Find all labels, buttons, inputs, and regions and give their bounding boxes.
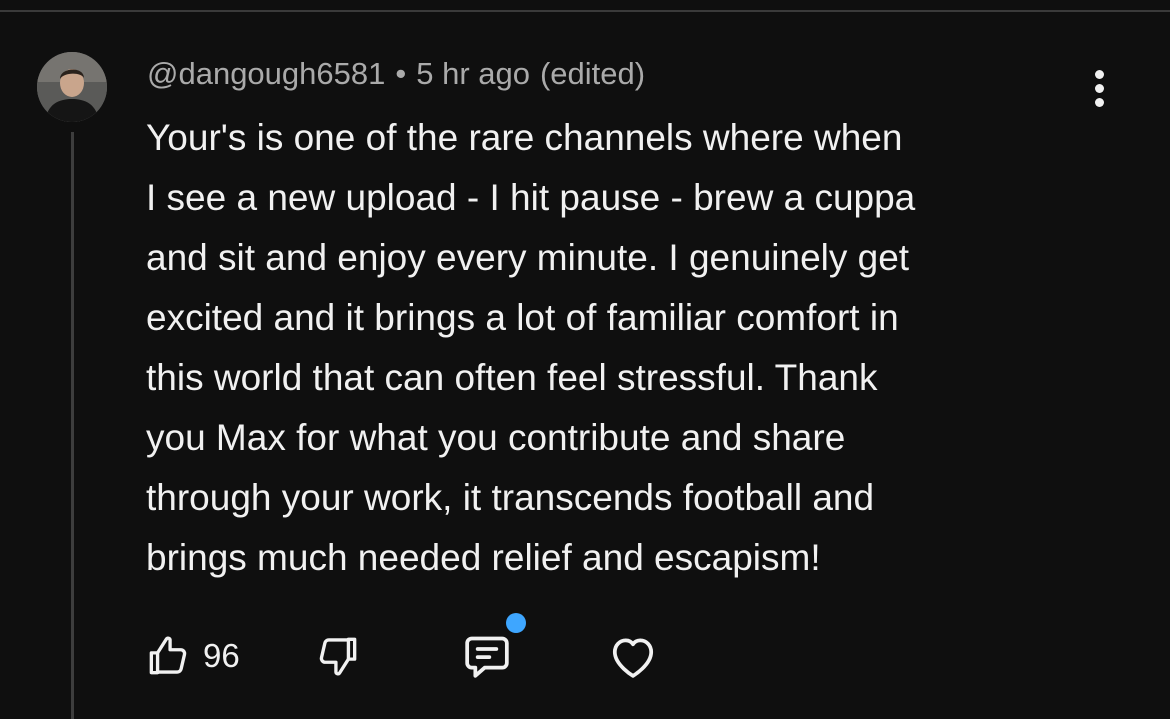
edited-label: (edited) bbox=[539, 56, 646, 91]
top-divider bbox=[0, 10, 1170, 12]
more-vertical-icon[interactable] bbox=[1082, 66, 1116, 110]
timestamp[interactable]: 5 hr ago bbox=[416, 56, 530, 92]
comment-text-line: and sit and enjoy every minute. I genuin… bbox=[146, 237, 910, 278]
reply-button[interactable] bbox=[459, 628, 515, 684]
comment-text: Your's is one of the rare channels where… bbox=[146, 108, 1106, 588]
comment-actions: 96 bbox=[143, 628, 683, 684]
reply-notification-dot bbox=[506, 613, 526, 633]
thumbs-up-icon bbox=[149, 636, 187, 675]
like-count: 96 bbox=[203, 637, 240, 674]
comment-text-line: through your work, it transcends footbal… bbox=[146, 477, 875, 518]
comment-text-line: this world that can often feel stressful… bbox=[146, 357, 878, 398]
comment-text-line: Your's is one of the rare channels where… bbox=[146, 117, 903, 158]
author-handle[interactable]: @dangough6581 bbox=[147, 56, 385, 92]
comment-text-line: you Max for what you contribute and shar… bbox=[146, 417, 846, 458]
heart-icon bbox=[612, 638, 654, 678]
comment-text-line: excited and it brings a lot of familiar … bbox=[146, 297, 899, 338]
thread-line bbox=[71, 132, 74, 719]
comment-text-line: I see a new upload - I hit pause - brew … bbox=[146, 177, 916, 218]
avatar[interactable] bbox=[37, 52, 107, 122]
comment-text-line: brings much needed relief and escapism! bbox=[146, 537, 821, 578]
avatar-image bbox=[37, 52, 107, 122]
reply-comment-icon bbox=[465, 636, 509, 678]
heart-button[interactable] bbox=[605, 628, 661, 684]
thumbs-down-icon bbox=[319, 637, 357, 676]
dislike-button[interactable] bbox=[313, 628, 363, 684]
meta-separator: • bbox=[395, 56, 407, 91]
like-button[interactable]: 96 bbox=[143, 628, 240, 684]
comment-meta: @dangough6581 • 5 hr ago (edited) bbox=[147, 54, 645, 94]
